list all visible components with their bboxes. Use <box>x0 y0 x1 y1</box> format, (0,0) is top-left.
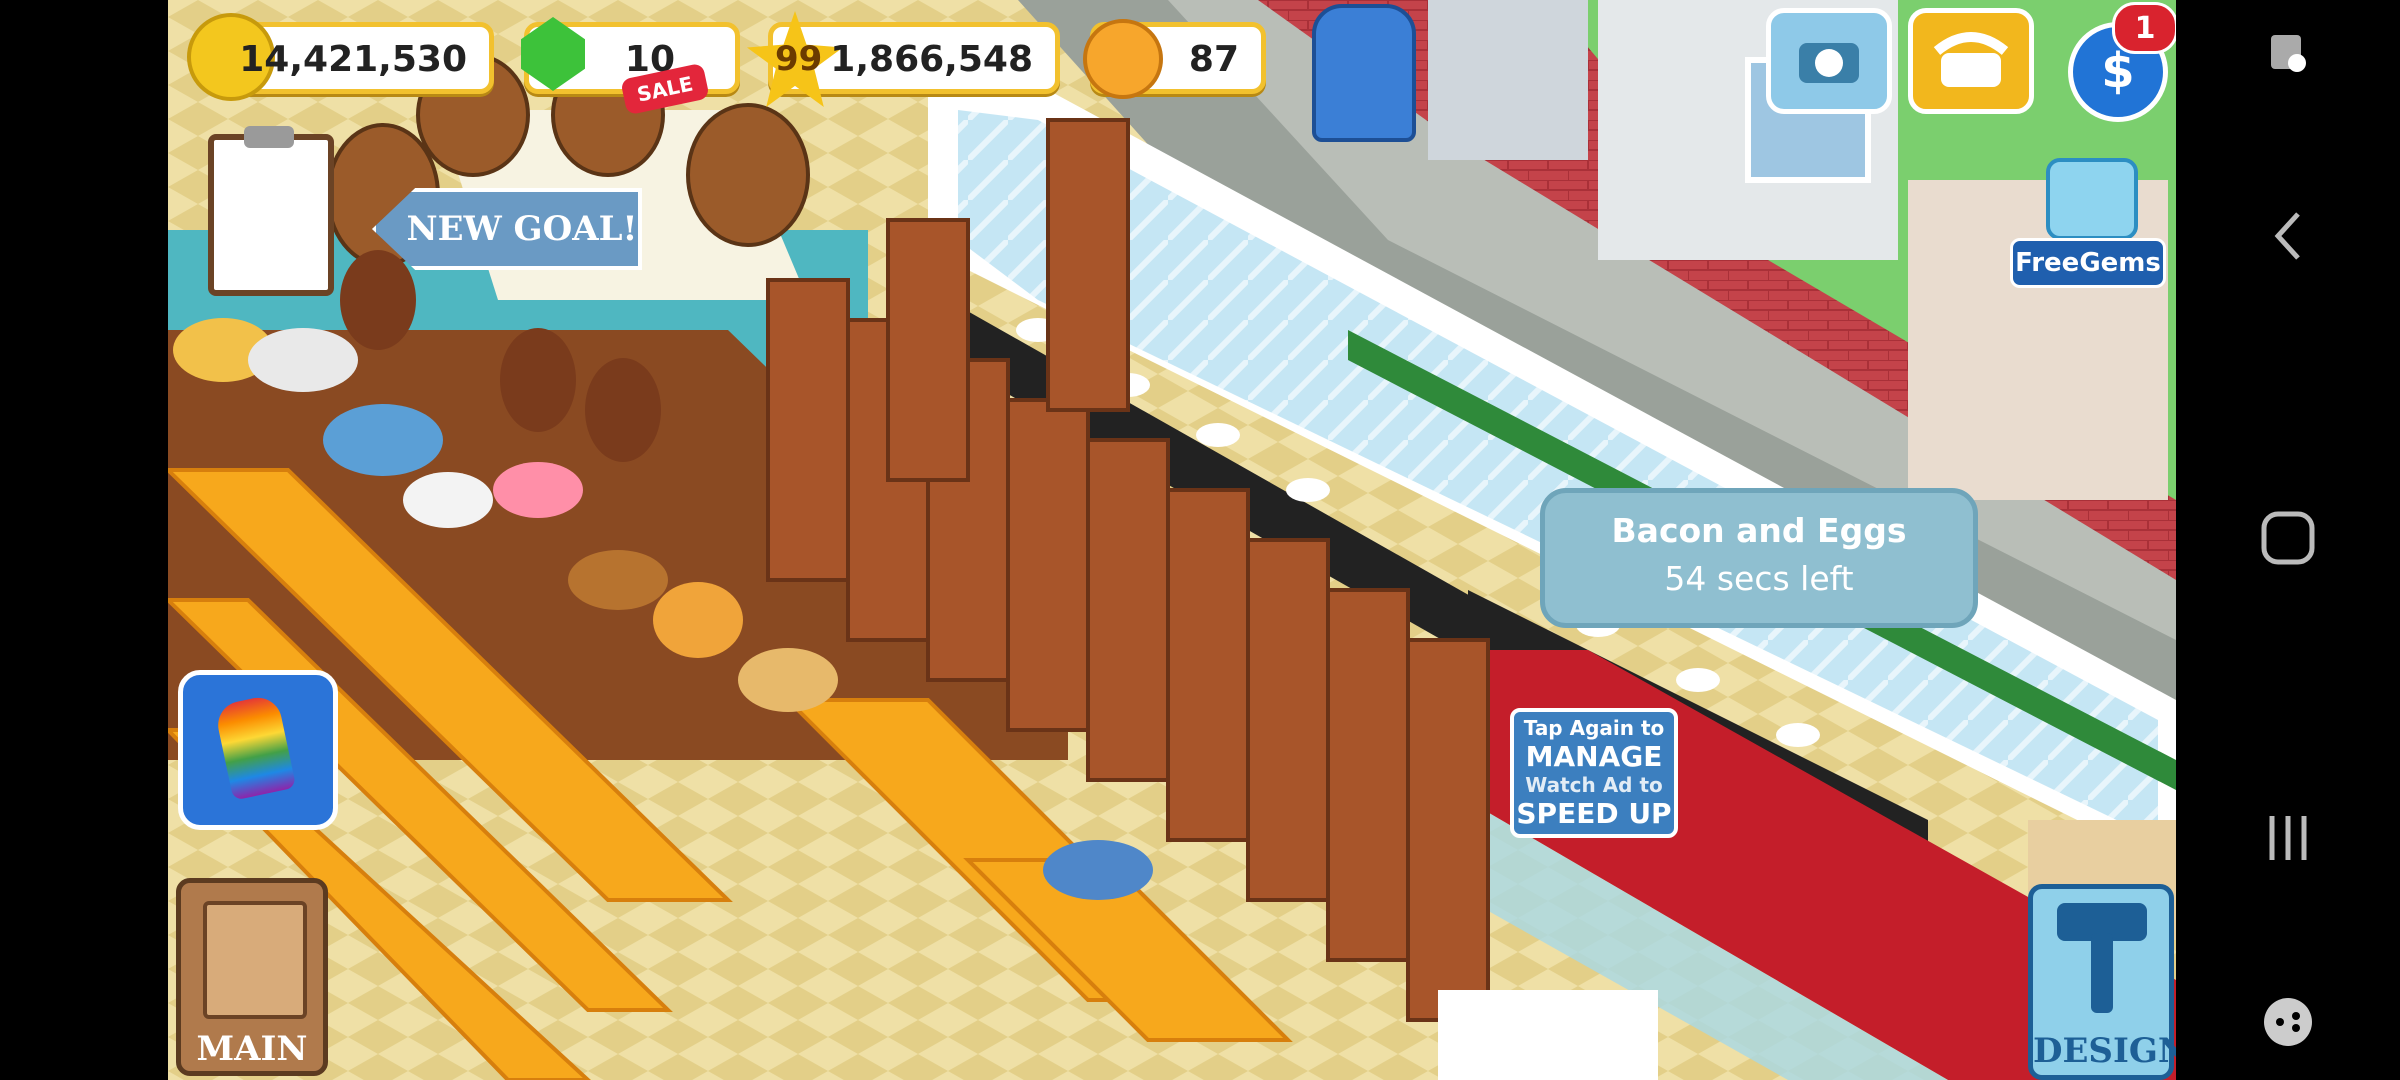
clipboard-clip-icon <box>244 126 294 148</box>
manage-speedup-prompt[interactable]: Tap Again to MANAGE Watch Ad to SPEED UP <box>1510 708 1678 838</box>
hammer-icon <box>2057 903 2147 1013</box>
notification-count: 1 <box>2134 10 2156 46</box>
level-value: 99 <box>775 39 823 79</box>
design-button[interactable]: DESIGN <box>2028 884 2176 1080</box>
main-label: MAIN <box>196 1029 308 1069</box>
gems-counter[interactable]: 10 SALE <box>521 17 740 116</box>
free-gems-label-box: FreeGems <box>2010 238 2166 288</box>
phone-button[interactable] <box>1908 8 2034 114</box>
popsicle-icon <box>213 693 297 801</box>
main-menu-button[interactable]: MAIN <box>176 878 328 1076</box>
popsicle-game-button[interactable] <box>178 670 338 830</box>
happiness-value: 87 <box>1188 39 1239 80</box>
tooltip-time-left: 54 secs left <box>1664 559 1854 598</box>
manage-text: MANAGE <box>1525 740 1663 773</box>
recent-apps-icon <box>2269 816 2307 860</box>
game-tools-icon <box>2264 998 2312 1046</box>
home-button[interactable] <box>2258 508 2318 568</box>
screenshot-icon <box>2271 35 2306 72</box>
coins-value: 14,421,530 <box>239 39 467 80</box>
game-viewport[interactable]: 14,421,530 10 SALE 99 1,866,548 87 $ 1 F… <box>168 0 2176 1080</box>
system-nav-bar <box>2176 0 2400 1080</box>
phone-icon <box>1933 32 2009 87</box>
main-clipboard-icon <box>203 901 307 1019</box>
recent-apps-button[interactable] <box>2258 808 2318 868</box>
mailbox-icon[interactable] <box>1312 4 1416 142</box>
home-icon <box>2261 511 2315 565</box>
design-label: DESIGN <box>2033 1031 2176 1071</box>
goals-clipboard-button[interactable] <box>208 126 334 296</box>
back-button[interactable] <box>2258 206 2318 266</box>
happiness-counter[interactable]: 87 <box>1083 19 1266 99</box>
new-goal-label: NEW GOAL! <box>406 209 638 249</box>
screenshot-button[interactable] <box>2258 24 2318 84</box>
gem-icon <box>521 17 585 91</box>
tooltip-dish-name: Bacon and Eggs <box>1611 511 1907 550</box>
tv-gem-icon <box>2046 158 2138 240</box>
xp-value: 1,866,548 <box>830 39 1033 80</box>
notification-badge: 1 <box>2112 2 2176 54</box>
game-tools-button[interactable] <box>2258 992 2318 1052</box>
camera-icon <box>1799 43 1859 83</box>
camera-button[interactable] <box>1766 8 1892 114</box>
speed-up-text: SPEED UP <box>1516 797 1672 830</box>
coins-counter[interactable]: 14,421,530 <box>187 13 494 101</box>
new-goal-banner[interactable]: NEW GOAL! <box>372 188 642 270</box>
free-gems-label: FreeGems <box>2015 248 2161 278</box>
xp-counter[interactable]: 99 1,866,548 <box>747 11 1060 107</box>
back-icon <box>2274 212 2300 260</box>
watch-ad-text: Watch Ad to <box>1525 773 1663 797</box>
cooking-timer-tooltip: Bacon and Eggs 54 secs left <box>1540 488 1978 628</box>
free-gems-button[interactable]: FreeGems <box>2010 158 2168 288</box>
tap-again-text: Tap Again to <box>1523 716 1665 740</box>
sale-label: SALE <box>634 71 696 107</box>
smiley-icon <box>1083 19 1163 99</box>
